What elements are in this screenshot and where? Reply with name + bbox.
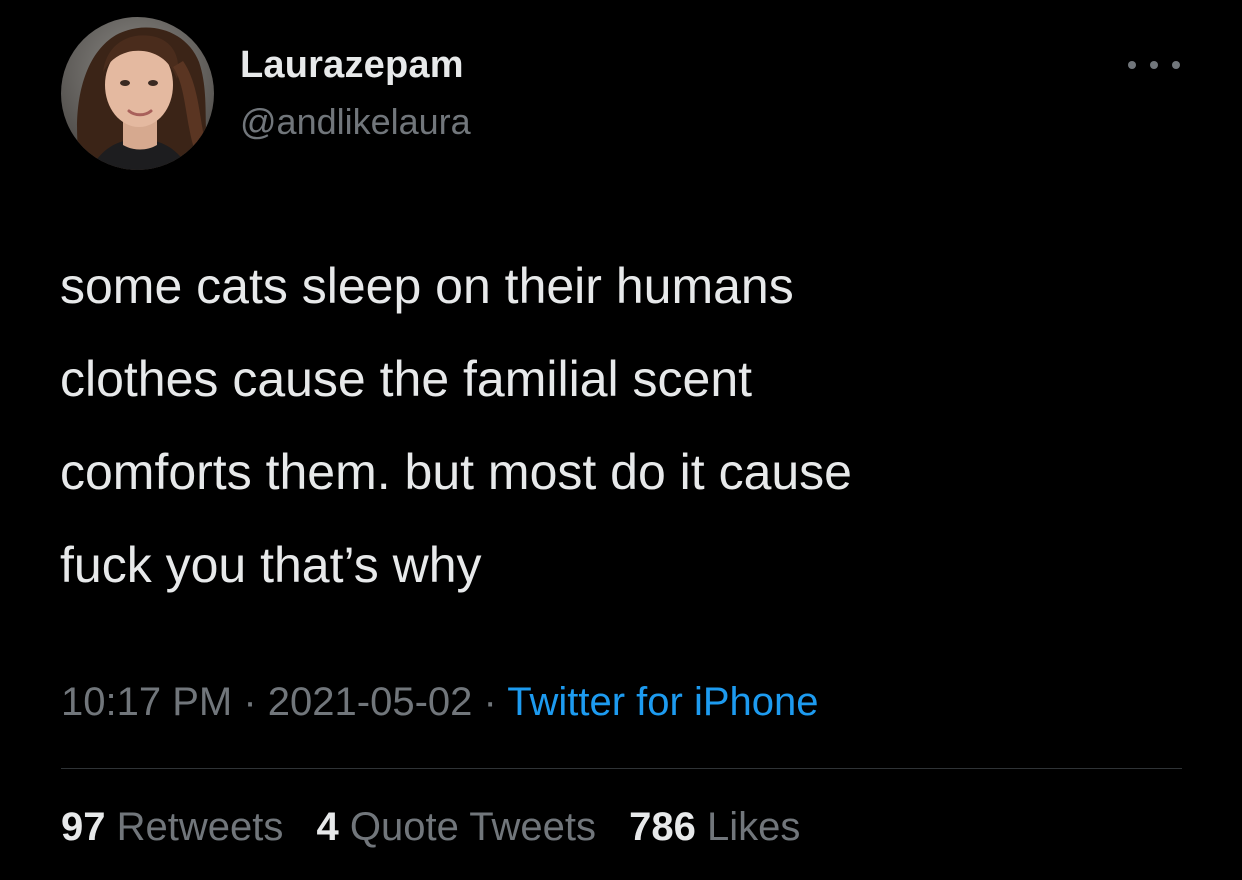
tweet-text: some cats sleep on their humans clothes … xyxy=(60,240,1190,612)
more-dot xyxy=(1128,61,1136,69)
tweet-text-line: clothes cause the familial scent xyxy=(60,351,753,407)
tweet-stats: 97 Retweets 4 Quote Tweets 786 Likes xyxy=(61,805,822,850)
likes-stat[interactable]: 786 Likes xyxy=(629,805,800,849)
more-dot xyxy=(1172,61,1180,69)
more-dot xyxy=(1150,61,1158,69)
retweets-stat[interactable]: 97 Retweets xyxy=(61,805,283,849)
meta-separator: · xyxy=(243,680,257,724)
divider xyxy=(61,768,1182,769)
likes-label: Likes xyxy=(706,805,801,849)
tweet-text-line: comforts them. but most do it cause xyxy=(60,444,852,500)
tweet-date[interactable]: 2021-05-02 xyxy=(268,680,473,724)
author-display-name[interactable]: Laurazepam xyxy=(240,44,464,87)
tweet-time[interactable]: 10:17 PM xyxy=(61,680,232,724)
avatar-image xyxy=(61,17,214,170)
avatar[interactable] xyxy=(61,17,214,170)
retweets-count: 97 xyxy=(61,805,106,849)
tweet-detail: Laurazepam @andlikelaura some cats sleep… xyxy=(0,0,1242,880)
meta-separator: · xyxy=(483,680,497,724)
author-handle[interactable]: @andlikelaura xyxy=(240,101,471,143)
more-options-icon[interactable] xyxy=(1128,50,1180,80)
tweet-source-link[interactable]: Twitter for iPhone xyxy=(507,680,818,724)
quote-tweets-stat[interactable]: 4 Quote Tweets xyxy=(317,805,596,849)
likes-count: 786 xyxy=(629,805,696,849)
retweets-label: Retweets xyxy=(116,805,284,849)
quote-tweets-count: 4 xyxy=(316,805,339,849)
tweet-text-line: fuck you that’s why xyxy=(60,537,482,593)
tweet-meta: 10:17 PM · 2021-05-02 · Twitter for iPho… xyxy=(61,680,819,725)
quote-tweets-label: Quote Tweets xyxy=(349,805,596,849)
tweet-text-line: some cats sleep on their humans xyxy=(60,258,794,314)
